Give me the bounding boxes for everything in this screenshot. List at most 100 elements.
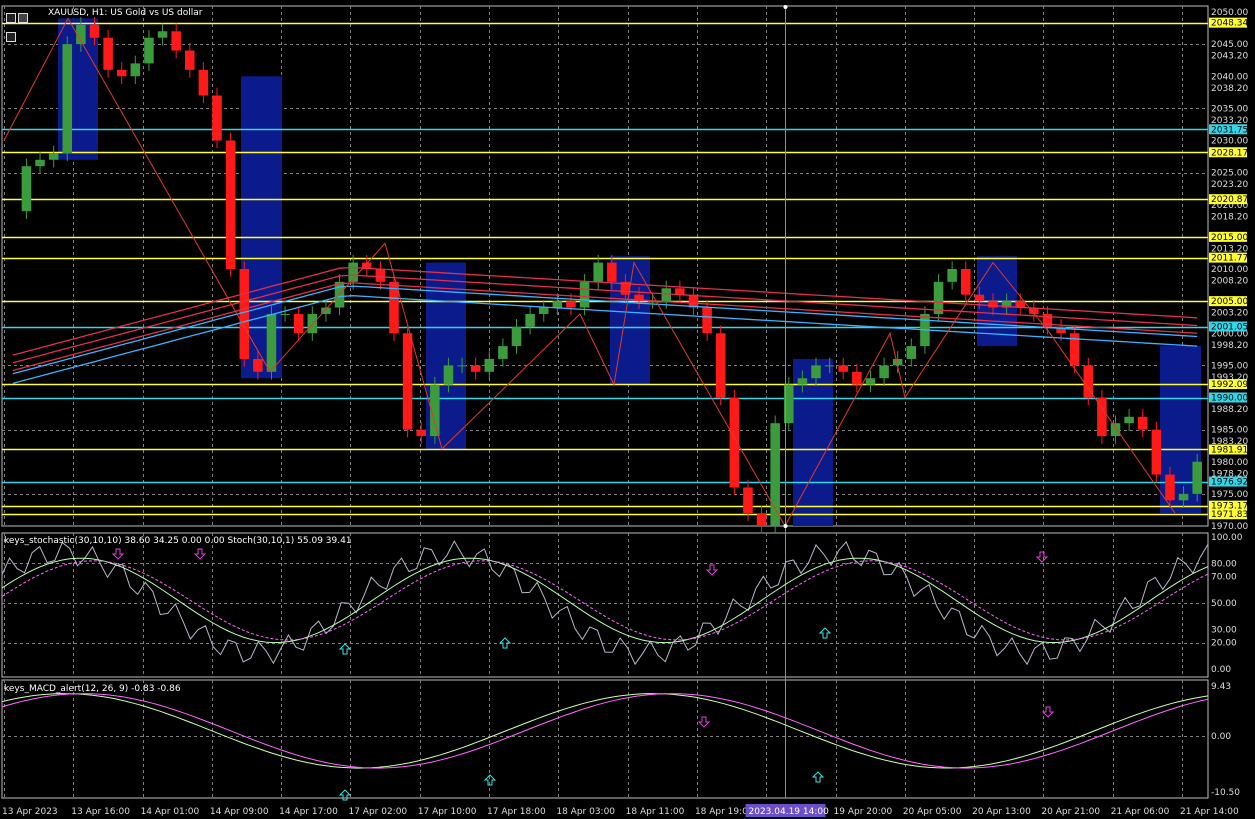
level-tag: 1992.09 bbox=[1211, 380, 1248, 390]
candle-body bbox=[607, 262, 617, 282]
candle-body bbox=[212, 95, 222, 141]
arrow-up-icon bbox=[811, 771, 825, 783]
price-tick: 2043.20 bbox=[1211, 52, 1248, 62]
level-tag: 2028.17 bbox=[1211, 148, 1248, 158]
macd-tick: 0.00 bbox=[1211, 732, 1231, 742]
candle-body bbox=[253, 358, 263, 372]
crosshair-dot bbox=[783, 5, 788, 9]
level-tag: 2020.87 bbox=[1211, 195, 1248, 205]
candle-body bbox=[185, 50, 195, 70]
stoch-tick: 0.00 bbox=[1211, 665, 1231, 675]
candle-body bbox=[443, 365, 454, 385]
candle-body bbox=[103, 37, 113, 70]
time-tick: 17 Apr 02:00 bbox=[348, 807, 407, 817]
stoch-tick: 20.00 bbox=[1211, 639, 1237, 649]
level-tag: 2031.75 bbox=[1211, 125, 1248, 135]
macd-tick: -10.50 bbox=[1211, 788, 1240, 798]
candle-body bbox=[906, 346, 917, 359]
stoch-raw-line bbox=[1, 540, 1209, 666]
candle-body bbox=[280, 313, 290, 315]
candle-body bbox=[62, 44, 73, 154]
pane-frame-1 bbox=[1, 532, 1209, 678]
candle-body bbox=[48, 153, 59, 160]
time-tick: 21 Apr 06:00 bbox=[1111, 807, 1170, 817]
time-tick: 13 Apr 16:00 bbox=[71, 807, 130, 817]
price-tick: 2003.20 bbox=[1211, 309, 1248, 319]
arrow-down-icon bbox=[705, 564, 719, 576]
price-tick: 2025.00 bbox=[1211, 169, 1248, 179]
time-tick: 21 Apr 14:00 bbox=[1180, 807, 1239, 817]
price-tick: 1985.00 bbox=[1211, 426, 1248, 436]
stoch-tick: 50.00 bbox=[1211, 599, 1237, 609]
candle-body bbox=[525, 313, 535, 327]
arrow-down-icon bbox=[697, 716, 711, 728]
candle-body bbox=[1137, 416, 1148, 430]
price-tick: 2023.20 bbox=[1211, 180, 1248, 190]
level-tag: 2001.05 bbox=[1211, 323, 1248, 333]
time-tick: 18 Apr 11:00 bbox=[626, 807, 685, 817]
candle-body bbox=[239, 269, 250, 359]
candle-body bbox=[171, 31, 181, 51]
candle-body bbox=[538, 307, 549, 314]
arrow-down-icon bbox=[1035, 551, 1049, 563]
candle-body bbox=[947, 269, 957, 282]
candle-body bbox=[593, 262, 603, 282]
price-tick: 1975.00 bbox=[1211, 490, 1248, 500]
macd-signal-line bbox=[1, 693, 1209, 769]
chart-window-icon[interactable] bbox=[6, 8, 36, 42]
candle-body bbox=[743, 487, 753, 514]
time-tick: 13 Apr 2023 bbox=[2, 807, 58, 817]
price-tick: 1970.00 bbox=[1211, 522, 1248, 532]
price-tick: 2008.20 bbox=[1211, 277, 1248, 287]
price-tick: 1988.20 bbox=[1211, 405, 1248, 415]
ma-blue-line bbox=[12, 285, 1198, 375]
time-tick: 20 Apr 05:00 bbox=[903, 807, 962, 817]
time-tick: 20 Apr 13:00 bbox=[972, 807, 1031, 817]
candle-body bbox=[307, 313, 318, 334]
candle-body bbox=[960, 269, 971, 295]
macd-tick: 9.43 bbox=[1211, 682, 1231, 692]
candle-body bbox=[21, 166, 32, 212]
time-tick: 18 Apr 19:00 bbox=[695, 807, 754, 817]
time-tick: 20 Apr 21:00 bbox=[1041, 807, 1100, 817]
arrow-down-icon bbox=[193, 548, 207, 560]
candle-body bbox=[1192, 461, 1202, 494]
candle-body bbox=[811, 365, 821, 379]
time-tick: 17 Apr 10:00 bbox=[418, 807, 477, 817]
candle-body bbox=[416, 429, 426, 437]
arrow-down-icon bbox=[111, 548, 125, 560]
price-tick: 1998.20 bbox=[1211, 341, 1248, 351]
candle-body bbox=[35, 159, 45, 167]
price-tick: 2030.00 bbox=[1211, 137, 1248, 147]
crosshair-dot bbox=[783, 524, 788, 528]
chart-canvas[interactable]: 2050.00 2045.00 2043.20 2040.00 2038.20 2035.… bbox=[0, 0, 1255, 819]
ma-red-line bbox=[12, 274, 1198, 364]
crosshair-time: 2023.04.19 14:00 bbox=[749, 807, 830, 817]
candle-body bbox=[266, 313, 277, 372]
arrow-up-icon bbox=[498, 637, 512, 649]
stoch-tick: 100.00 bbox=[1211, 533, 1243, 543]
candle-body bbox=[484, 358, 495, 372]
candle-body bbox=[144, 37, 154, 64]
candle-body bbox=[579, 281, 590, 308]
time-tick: 17 Apr 18:00 bbox=[487, 807, 546, 817]
price-tick: 2045.00 bbox=[1211, 40, 1248, 50]
arrow-up-icon bbox=[338, 643, 352, 655]
stoch-tick: 80.00 bbox=[1211, 559, 1237, 569]
stoch-tick: 30.00 bbox=[1211, 625, 1237, 635]
chart-title: XAUUSD, H1: US Gold vs US dollar bbox=[48, 8, 203, 18]
ma-blue-line bbox=[12, 295, 1198, 385]
candle-body bbox=[1165, 474, 1175, 501]
candle-body bbox=[879, 365, 889, 379]
candle-body bbox=[375, 269, 386, 282]
level-tag: 2048.34 bbox=[1211, 19, 1248, 29]
candle-body bbox=[1151, 429, 1162, 475]
time-tick: 18 Apr 03:00 bbox=[556, 807, 615, 817]
candle-body bbox=[988, 301, 998, 308]
candle-body bbox=[402, 333, 413, 430]
level-tag: 1990.00 bbox=[1211, 394, 1248, 404]
candle-body bbox=[498, 346, 508, 359]
pane-frame-2 bbox=[1, 679, 1209, 799]
level-tag: 1971.83 bbox=[1211, 510, 1248, 520]
candle-body bbox=[1124, 416, 1134, 424]
